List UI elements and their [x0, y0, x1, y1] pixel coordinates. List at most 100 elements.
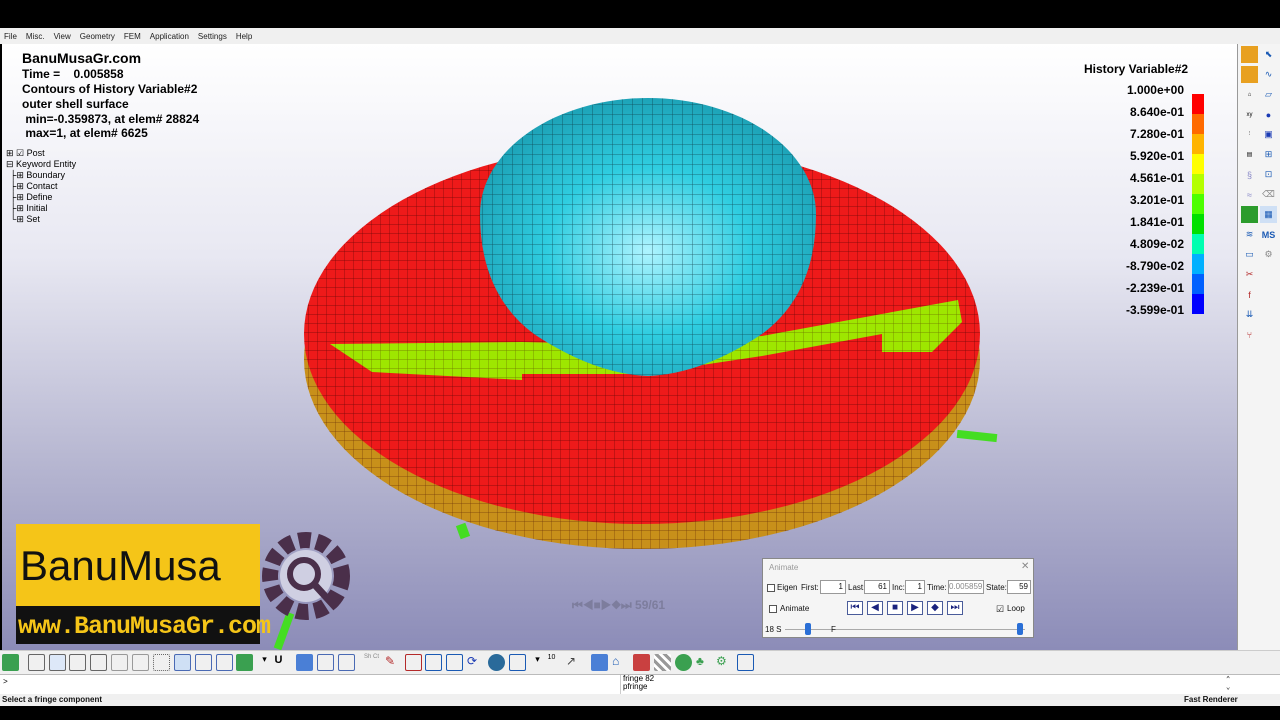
- part-tool-icon[interactable]: [1241, 66, 1258, 83]
- eigen-checkbox[interactable]: [767, 584, 775, 592]
- measure-tool-icon[interactable]: ⚙: [1260, 246, 1277, 263]
- menu-misc[interactable]: Misc.: [26, 32, 45, 41]
- arrow-tool-icon[interactable]: ⇊: [1241, 306, 1258, 323]
- pointer-tool-icon[interactable]: ⬉: [1260, 46, 1277, 63]
- last-frame-button[interactable]: ⏭: [947, 601, 963, 615]
- undo-icon[interactable]: U: [270, 654, 287, 671]
- sphere-tool-icon[interactable]: ●: [1260, 106, 1277, 123]
- tree-item-set[interactable]: └⊞ Set: [10, 214, 40, 225]
- xy-tool-icon[interactable]: xy: [1241, 106, 1258, 123]
- view-top-icon[interactable]: [49, 654, 66, 671]
- ms-tool-icon[interactable]: MS: [1260, 226, 1277, 243]
- screen-tool-icon[interactable]: ▭: [1241, 246, 1258, 263]
- rotate-icon[interactable]: ⟳: [467, 654, 484, 671]
- cube-solid-icon[interactable]: [591, 654, 608, 671]
- feature-line-icon[interactable]: [216, 654, 233, 671]
- cut-tool-icon[interactable]: ✂: [1241, 266, 1258, 283]
- color-icon[interactable]: [236, 654, 253, 671]
- time-field[interactable]: 0.005859: [948, 580, 984, 594]
- history-scroll-icon[interactable]: ⌃ ⌄: [1226, 676, 1230, 692]
- fringe-tool-icon[interactable]: [1241, 206, 1258, 223]
- last-field[interactable]: 61: [864, 580, 890, 594]
- view-left-icon[interactable]: [132, 654, 149, 671]
- play-button[interactable]: ▶: [907, 601, 923, 615]
- spring-tool-icon[interactable]: §: [1241, 166, 1258, 183]
- legend-value: 1.000e+00: [1126, 83, 1184, 97]
- menu-settings[interactable]: Settings: [198, 32, 227, 41]
- tree-item-post[interactable]: ⊞ ☑ Post: [6, 148, 45, 159]
- globe-icon[interactable]: [488, 654, 505, 671]
- max-label: max=1, at elem# 6625: [22, 126, 148, 140]
- graphics-viewport[interactable]: BanuMusaGr.com Time = 0.005858 Contours …: [2, 44, 1238, 650]
- people-icon[interactable]: ♣: [696, 654, 713, 671]
- tree-item-define[interactable]: ├⊞ Define: [10, 192, 52, 203]
- tree-item-initial[interactable]: ├⊞ Initial: [10, 203, 47, 214]
- step-toggle-button[interactable]: ◆: [927, 601, 943, 615]
- add-icon[interactable]: [405, 654, 422, 671]
- view-tool-icon[interactable]: ▦: [1260, 206, 1277, 223]
- time-label-dialog: Time:: [927, 583, 947, 592]
- render-icon[interactable]: [296, 654, 313, 671]
- shaded-icon[interactable]: [174, 654, 191, 671]
- fit-icon[interactable]: [509, 654, 526, 671]
- menu-view[interactable]: View: [54, 32, 71, 41]
- settings-icon[interactable]: ⚙: [716, 654, 733, 671]
- menu-file[interactable]: File: [4, 32, 17, 41]
- frame-slider-thumb[interactable]: [1017, 623, 1023, 635]
- view-side-icon[interactable]: [90, 654, 107, 671]
- command-input[interactable]: >: [3, 678, 8, 687]
- home-view-icon[interactable]: [2, 654, 19, 671]
- tree-tool-icon[interactable]: ⑂: [1241, 326, 1258, 343]
- bar-tool-icon[interactable]: ▤: [1241, 146, 1258, 163]
- wireframe-icon[interactable]: [153, 654, 170, 671]
- view-back-icon[interactable]: [111, 654, 128, 671]
- step-back-button[interactable]: ◀: [867, 601, 883, 615]
- box-tool-icon[interactable]: ▣: [1260, 126, 1277, 143]
- zoom-box-icon[interactable]: [446, 654, 463, 671]
- grid-tool-icon[interactable]: ⊞: [1260, 146, 1277, 163]
- loop-checkbox[interactable]: ☑: [996, 604, 1004, 615]
- axis-tool-icon[interactable]: ⫶: [1241, 126, 1258, 143]
- image-icon[interactable]: [737, 654, 754, 671]
- layer-tool-icon[interactable]: ≋: [1241, 226, 1258, 243]
- shift-ctrl-icon[interactable]: Sh Ct: [364, 654, 381, 671]
- zoom-icon[interactable]: [425, 654, 442, 671]
- edit-tool-icon[interactable]: ⌫: [1260, 186, 1277, 203]
- inc-field[interactable]: 1: [905, 580, 925, 594]
- menu-geometry[interactable]: Geometry: [80, 32, 115, 41]
- close-icon[interactable]: ✕: [1021, 561, 1029, 572]
- number-icon[interactable]: 10: [543, 654, 560, 671]
- plane-tool-icon[interactable]: ▱: [1260, 86, 1277, 103]
- hidden-line-icon[interactable]: [195, 654, 212, 671]
- ball-icon[interactable]: [675, 654, 692, 671]
- curve-tool-icon[interactable]: ∿: [1260, 66, 1277, 83]
- pick-icon[interactable]: ✎: [385, 654, 402, 671]
- wave-tool-icon[interactable]: ≈: [1241, 186, 1258, 203]
- animate-checkbox[interactable]: [769, 605, 777, 613]
- stop-button[interactable]: ■: [887, 601, 903, 615]
- state-field[interactable]: 59: [1007, 580, 1031, 594]
- cube-tool-icon[interactable]: [1241, 46, 1258, 63]
- first-frame-button[interactable]: ⏮: [847, 601, 863, 615]
- mesh-tool-icon[interactable]: ⊡: [1260, 166, 1277, 183]
- menu-application[interactable]: Application: [150, 32, 189, 41]
- frame-icon[interactable]: [317, 654, 334, 671]
- shift-tool-icon[interactable]: ⌂: [1241, 86, 1258, 103]
- checker-icon[interactable]: [654, 654, 671, 671]
- fv-tool-icon[interactable]: f: [1241, 286, 1258, 303]
- view-iso-icon[interactable]: [28, 654, 45, 671]
- house-icon[interactable]: ⌂: [612, 654, 629, 671]
- tree-item-contact[interactable]: ├⊞ Contact: [10, 181, 57, 192]
- menu-fem[interactable]: FEM: [124, 32, 141, 41]
- speed-slider-track[interactable]: [785, 629, 1025, 630]
- view-front-icon[interactable]: [69, 654, 86, 671]
- first-field[interactable]: 1: [820, 580, 846, 594]
- speed-slider-thumb[interactable]: [805, 623, 811, 635]
- tree-item-boundary[interactable]: ├⊞ Boundary: [10, 170, 65, 181]
- renderer-label: Fast Renderer: [1184, 695, 1238, 704]
- tree-item-keyword-entity[interactable]: ⊟ Keyword Entity: [6, 159, 76, 170]
- picture-icon[interactable]: [633, 654, 650, 671]
- measure-icon[interactable]: ↗: [566, 654, 583, 671]
- cube-outline-icon[interactable]: [338, 654, 355, 671]
- menu-help[interactable]: Help: [236, 32, 252, 41]
